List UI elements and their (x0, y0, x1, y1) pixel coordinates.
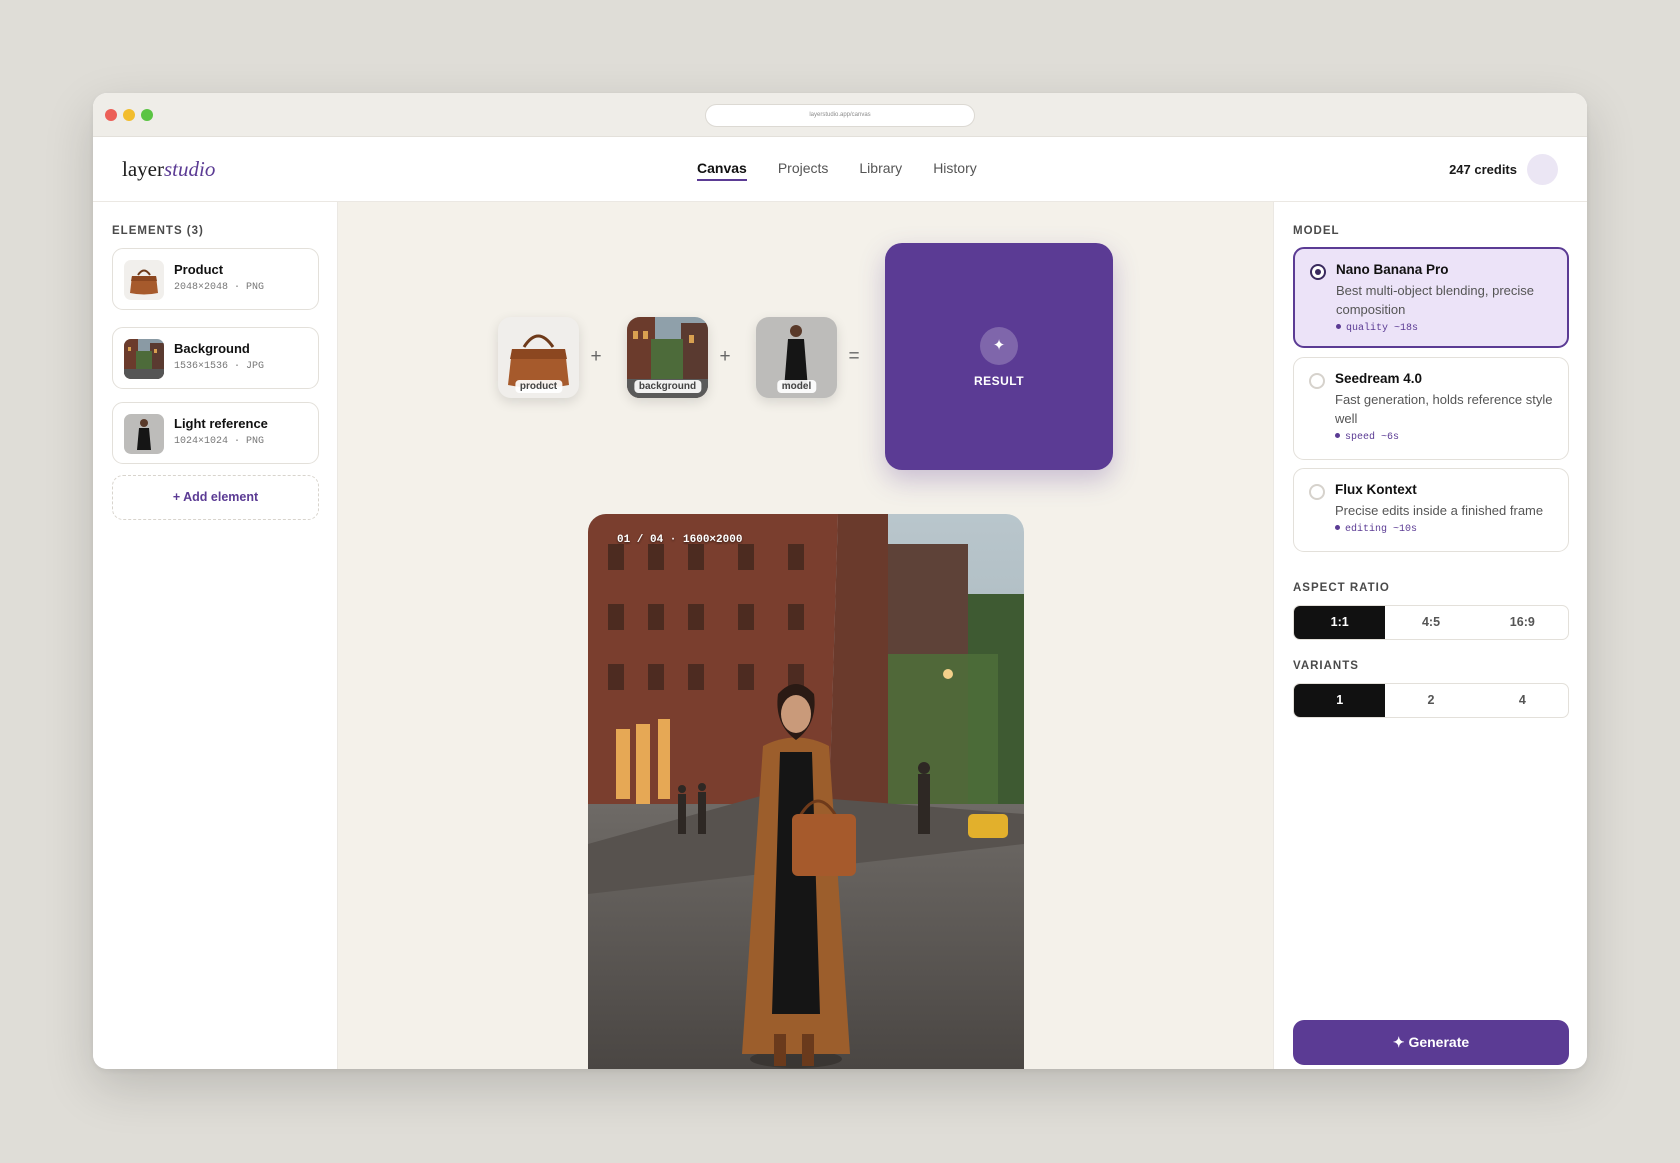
model-name: Nano Banana Pro (1336, 262, 1449, 277)
element-name: Background (174, 341, 250, 356)
address-bar[interactable]: layerstudio.app/canvas (705, 104, 975, 127)
element-meta: 2048×2048 · PNG (174, 282, 265, 293)
plus-operator: + (590, 346, 602, 367)
radio-icon[interactable] (1309, 373, 1325, 389)
element-card-product[interactable]: Product 2048×2048 · PNG (112, 248, 319, 310)
element-card-background[interactable]: Background 1536×1536 · JPG (112, 327, 319, 389)
model-option-seedream[interactable]: Seedream 4.0 Fast generation, holds refe… (1293, 357, 1569, 460)
aspect-ratio-selector: 1:1 4:5 16:9 (1293, 605, 1569, 640)
element-name: Product (174, 262, 224, 277)
aspect-ratio-title: ASPECT RATIO (1293, 582, 1390, 594)
logo-italic: studio (163, 157, 216, 181)
preview-counter: 01 / 04 · 1600×2000 (617, 534, 743, 546)
variants-selector: 1 2 4 (1293, 683, 1569, 718)
element-card-light-reference[interactable]: Light reference 1024×1024 · PNG (112, 402, 319, 464)
element-name: Light reference (174, 416, 268, 431)
aspect-1-1[interactable]: 1:1 (1294, 606, 1386, 639)
nav-canvas[interactable]: Canvas (697, 137, 747, 202)
model-option-flux-kontext[interactable]: Flux Kontext Precise edits inside a fini… (1293, 468, 1569, 552)
model-tag: quality ~18s (1336, 323, 1418, 334)
model-desc: Precise edits inside a finished frame (1335, 503, 1544, 518)
elements-panel: ELEMENTS (3) Product 2048×2048 · PNG Bac… (93, 202, 338, 1069)
model-name: Seedream 4.0 (1335, 371, 1423, 386)
aspect-16-9[interactable]: 16:9 (1477, 606, 1568, 639)
radio-selected-icon[interactable] (1310, 264, 1326, 280)
aspect-4-5[interactable]: 4:5 (1385, 606, 1476, 639)
settings-panel: MODEL Nano Banana Pro Best multi-object … (1273, 202, 1587, 1069)
browser-chrome: layerstudio.app/canvas (93, 93, 1587, 137)
canvas-area: product + background + model = ✦ RESULT … (338, 202, 1273, 1069)
variants-4[interactable]: 4 (1477, 684, 1568, 717)
model-title: MODEL (1293, 225, 1340, 237)
nav-library[interactable]: Library (859, 137, 902, 202)
result-label: RESULT (973, 374, 1025, 388)
element-meta: 1024×1024 · PNG (174, 436, 265, 447)
browser-window: layerstudio.app/canvas layerstudio Canva… (93, 93, 1587, 1069)
nav-history[interactable]: History (933, 137, 977, 202)
model-name: Flux Kontext (1335, 482, 1417, 497)
equals-operator: = (848, 346, 860, 367)
chip-product[interactable]: product (498, 317, 579, 398)
light-reference-thumbnail (124, 414, 164, 454)
variants-2[interactable]: 2 (1385, 684, 1476, 717)
maximize-window-button[interactable] (141, 109, 153, 121)
generate-button[interactable]: ✦ Generate (1293, 1020, 1569, 1065)
elements-title: ELEMENTS (3) (112, 225, 204, 237)
app-header: layerstudio Canvas Projects Library Hist… (93, 137, 1587, 202)
chip-background[interactable]: background (627, 317, 708, 398)
radio-icon[interactable] (1309, 484, 1325, 500)
variants-1[interactable]: 1 (1294, 684, 1386, 717)
chip-label: product (514, 380, 563, 393)
nav-projects[interactable]: Projects (778, 137, 829, 202)
chip-label: background (633, 380, 702, 393)
result-preview-image[interactable]: 01 / 04 · 1600×2000 (588, 514, 1024, 1069)
plus-operator: + (719, 346, 731, 367)
element-meta: 1536×1536 · JPG (174, 361, 265, 372)
logo[interactable]: layerstudio (122, 157, 215, 182)
logo-main: layer (122, 157, 164, 181)
credits-counter: 247 credits (1449, 162, 1517, 177)
avatar[interactable] (1527, 154, 1558, 185)
model-desc: Best multi-object blending, precise comp… (1336, 283, 1534, 317)
model-desc: Fast generation, holds reference style w… (1335, 392, 1553, 426)
variants-title: VARIANTS (1293, 660, 1359, 672)
sparkle-icon: ✦ (980, 327, 1018, 365)
chip-model[interactable]: model (756, 317, 837, 398)
minimize-window-button[interactable] (123, 109, 135, 121)
model-option-nano-banana-pro[interactable]: Nano Banana Pro Best multi-object blendi… (1293, 247, 1569, 348)
street-photo (588, 514, 1024, 1069)
main-nav: Canvas Projects Library History (697, 137, 1008, 202)
model-tag: editing ~10s (1335, 524, 1417, 535)
add-element-button[interactable]: + Add element (112, 475, 319, 520)
background-thumbnail (124, 339, 164, 379)
chip-label: model (776, 380, 817, 393)
product-thumbnail (124, 260, 164, 300)
result-tile[interactable]: ✦ RESULT (885, 243, 1113, 470)
close-window-button[interactable] (105, 109, 117, 121)
model-tag: speed ~6s (1335, 432, 1399, 443)
